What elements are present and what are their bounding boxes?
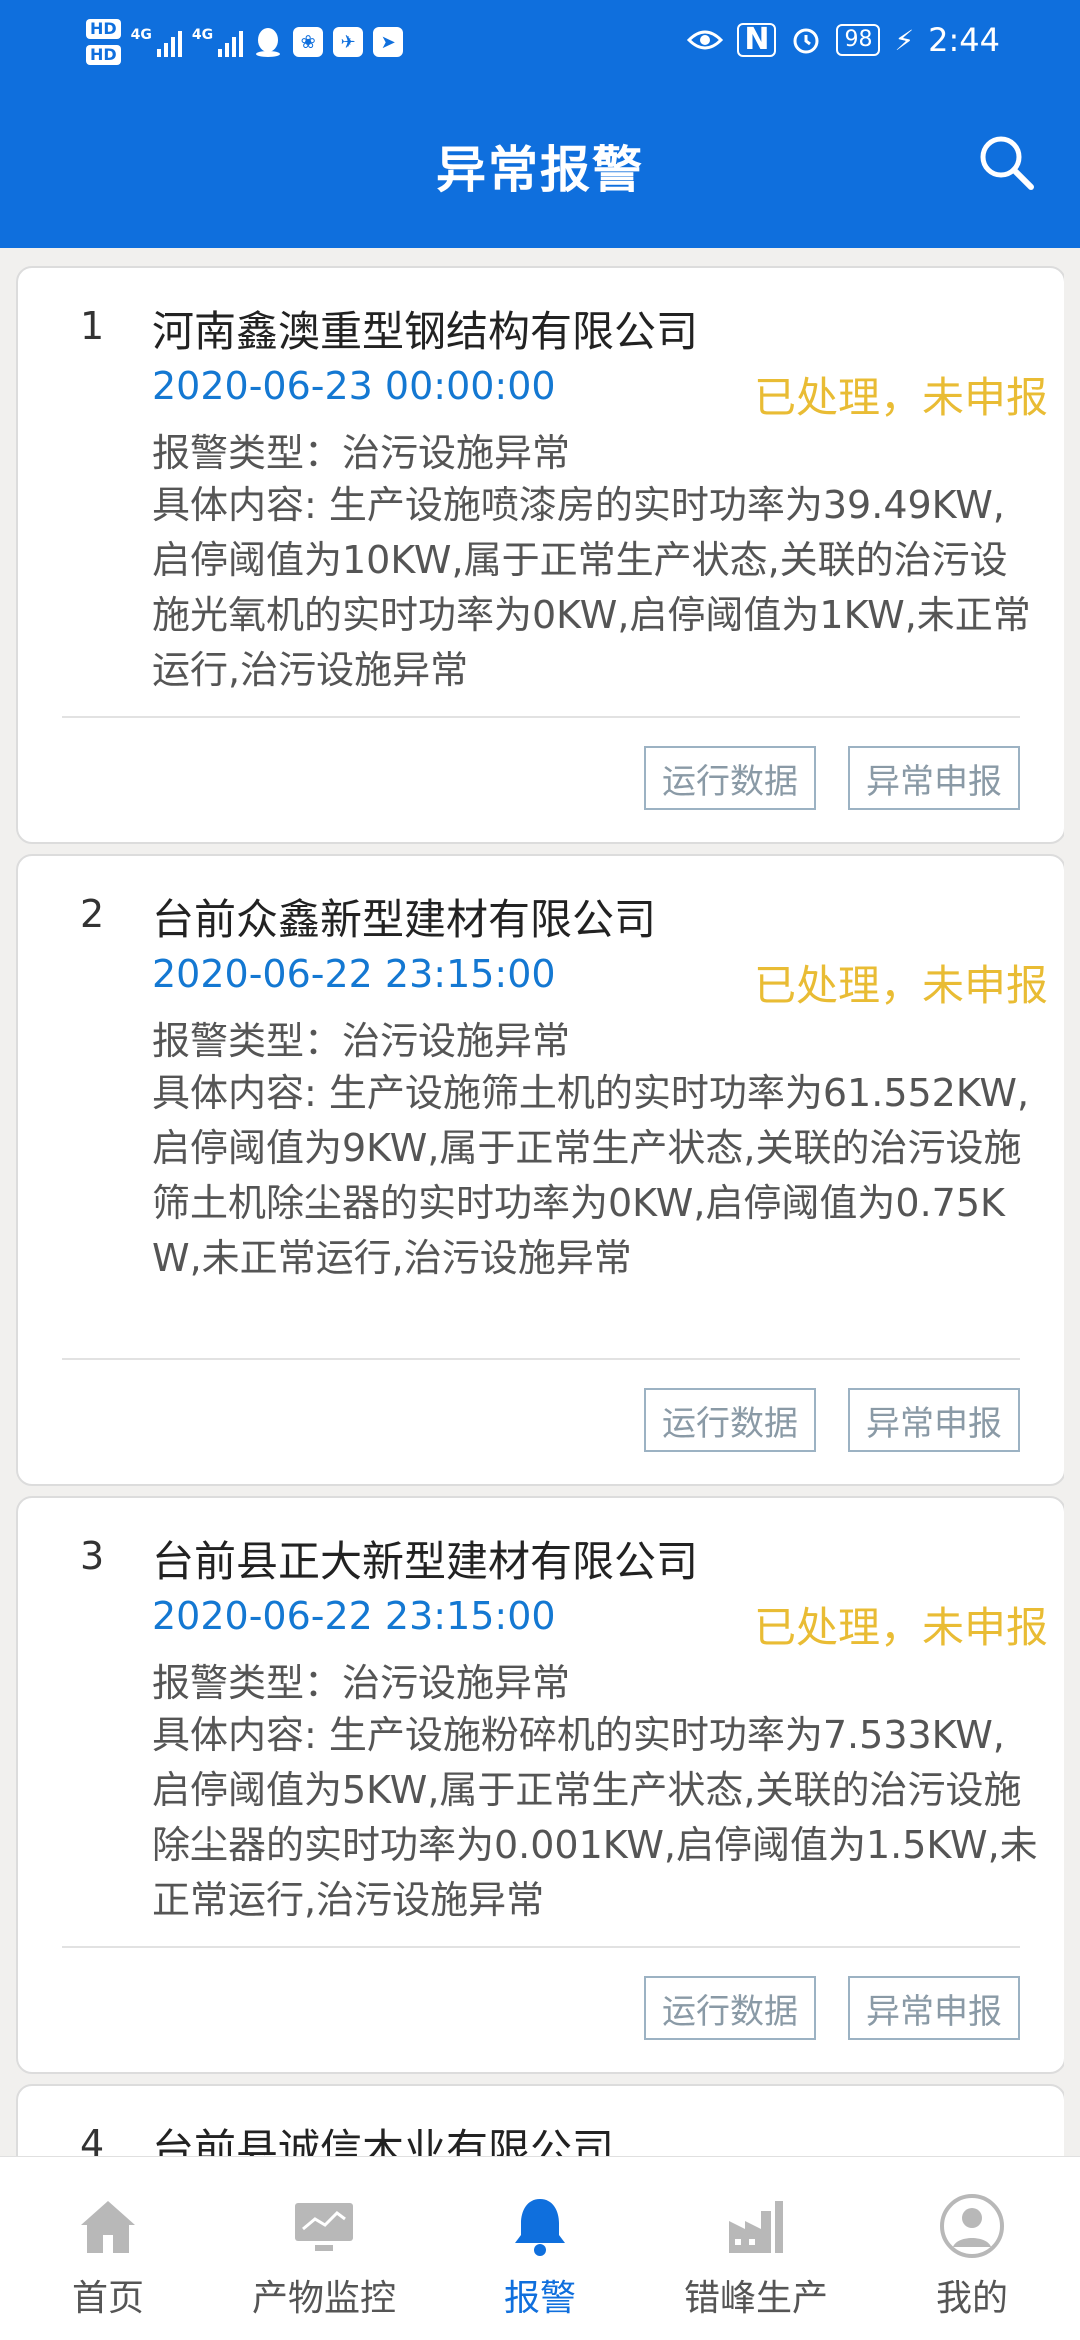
nav-item-staggered[interactable]: 错峰生产 xyxy=(648,2157,864,2340)
huawei-app-icon: ❀ xyxy=(293,27,324,57)
user-icon xyxy=(940,2194,1004,2258)
alarm-type: 报警类型：治污设施异常 xyxy=(152,1661,571,1705)
network-label-1: 4G xyxy=(130,27,152,43)
send-app-icon: ➤ xyxy=(373,27,404,57)
alarm-status: 已处理，未申报 xyxy=(753,1603,1048,1652)
alarm-list[interactable]: 1 河南鑫澳重型钢结构有限公司 2020-06-23 00:00:00 已处理，… xyxy=(16,266,1064,2156)
eye-icon xyxy=(687,30,724,50)
charging-icon: ⚡ xyxy=(894,23,915,57)
card-divider xyxy=(62,1358,1020,1360)
page-title: 异常报警 xyxy=(436,141,644,199)
run-data-button[interactable]: 运行数据 xyxy=(644,1976,816,2040)
status-right: N 98 ⚡ 2:44 xyxy=(687,16,1000,64)
maps-app-icon: ✈ xyxy=(333,27,364,57)
hd-label-2: HD xyxy=(86,45,121,65)
battery-level: 98 xyxy=(836,24,881,56)
alarm-card[interactable]: 4 台前县诚信木业有限公司 xyxy=(16,2084,1064,2156)
alarm-time: 2020-06-22 23:15:00 xyxy=(152,952,556,996)
status-left: HD HD 4G 4G ❀ ✈ ➤ xyxy=(86,12,404,72)
abnormal-report-button[interactable]: 异常申报 xyxy=(848,1976,1020,2040)
factory-icon xyxy=(729,2201,783,2253)
alarm-index: 1 xyxy=(80,304,105,348)
nav-label-monitor: 产物监控 xyxy=(251,2278,396,2319)
nav-label-mine: 我的 xyxy=(935,2278,1008,2319)
search-icon[interactable] xyxy=(976,132,1036,192)
alarm-time: 2020-06-22 23:15:00 xyxy=(152,1594,556,1638)
alarm-company: 台前县诚信木业有限公司 xyxy=(152,2125,615,2156)
network-label-2: 4G xyxy=(191,27,214,43)
run-data-button[interactable]: 运行数据 xyxy=(644,746,816,810)
clock-time: 2:44 xyxy=(928,21,1000,59)
app-header: HD HD 4G 4G ❀ ✈ ➤ N 98 ⚡ 2:44 异常报警 xyxy=(0,0,1080,248)
alarm-type: 报警类型：治污设施异常 xyxy=(152,431,571,475)
alarm-status: 已处理，未申报 xyxy=(753,373,1048,422)
bell-icon xyxy=(515,2199,565,2256)
nav-item-alarm[interactable]: 报警 xyxy=(432,2157,648,2340)
alarm-card[interactable]: 1 河南鑫澳重型钢结构有限公司 2020-06-23 00:00:00 已处理，… xyxy=(16,266,1064,844)
signal-icon-1: 4G xyxy=(131,27,182,57)
alarm-index: 3 xyxy=(80,1534,105,1578)
status-bar: HD HD 4G 4G ❀ ✈ ➤ N 98 ⚡ 2:44 xyxy=(0,0,1080,80)
abnormal-report-button[interactable]: 异常申报 xyxy=(848,1388,1020,1452)
card-divider xyxy=(62,716,1020,718)
alarm-clock-icon xyxy=(793,28,819,54)
home-icon xyxy=(81,2201,135,2253)
card-divider xyxy=(62,1946,1020,1948)
nfc-icon: N xyxy=(737,23,777,57)
abnormal-report-button[interactable]: 异常申报 xyxy=(848,746,1020,810)
alarm-index: 2 xyxy=(80,892,105,936)
alarm-company: 台前众鑫新型建材有限公司 xyxy=(152,895,657,944)
nav-label-staggered: 错峰生产 xyxy=(683,2278,828,2319)
nav-item-mine[interactable]: 我的 xyxy=(864,2157,1080,2340)
run-data-button[interactable]: 运行数据 xyxy=(644,1388,816,1452)
alarm-status: 已处理，未申报 xyxy=(753,961,1048,1010)
nav-item-home[interactable]: 首页 xyxy=(0,2157,216,2340)
alarm-card[interactable]: 2 台前众鑫新型建材有限公司 2020-06-22 23:15:00 已处理，未… xyxy=(16,854,1064,1486)
monitor-icon xyxy=(295,2203,353,2251)
alarm-index: 4 xyxy=(80,2122,105,2156)
signal-icon-2: 4G xyxy=(191,27,244,57)
alarm-company: 台前县正大新型建材有限公司 xyxy=(152,1537,699,1586)
screen: HD HD 4G 4G ❀ ✈ ➤ N 98 ⚡ 2:44 异常报警 1 河南鑫… xyxy=(0,0,1080,2340)
nav-label-alarm: 报警 xyxy=(503,2278,576,2319)
alarm-content: 具体内容: 生产设施喷漆房的实时功率为39.49KW,启停阈值为10KW,属于正… xyxy=(152,483,1031,692)
alarm-time: 2020-06-23 00:00:00 xyxy=(152,364,556,408)
alarm-company: 河南鑫澳重型钢结构有限公司 xyxy=(152,307,699,356)
alarm-type: 报警类型：治污设施异常 xyxy=(152,1019,571,1063)
hd-indicators: HD HD xyxy=(86,19,121,65)
bottom-nav: 首页 产物监控 报警 错峰生产 我的 xyxy=(0,2156,1080,2340)
nav-item-monitor[interactable]: 产物监控 xyxy=(216,2157,432,2340)
alarm-card[interactable]: 3 台前县正大新型建材有限公司 2020-06-22 23:15:00 已处理，… xyxy=(16,1496,1064,2074)
alarm-content: 具体内容: 生产设施粉碎机的实时功率为7.533KW,启停阈值为5KW,属于正常… xyxy=(152,1713,1038,1922)
nav-label-home: 首页 xyxy=(71,2278,144,2319)
hd-label-1: HD xyxy=(86,19,121,39)
qq-icon xyxy=(256,28,281,57)
alarm-content: 具体内容: 生产设施筛土机的实时功率为61.552KW,启停阈值为9KW,属于正… xyxy=(152,1071,1030,1280)
